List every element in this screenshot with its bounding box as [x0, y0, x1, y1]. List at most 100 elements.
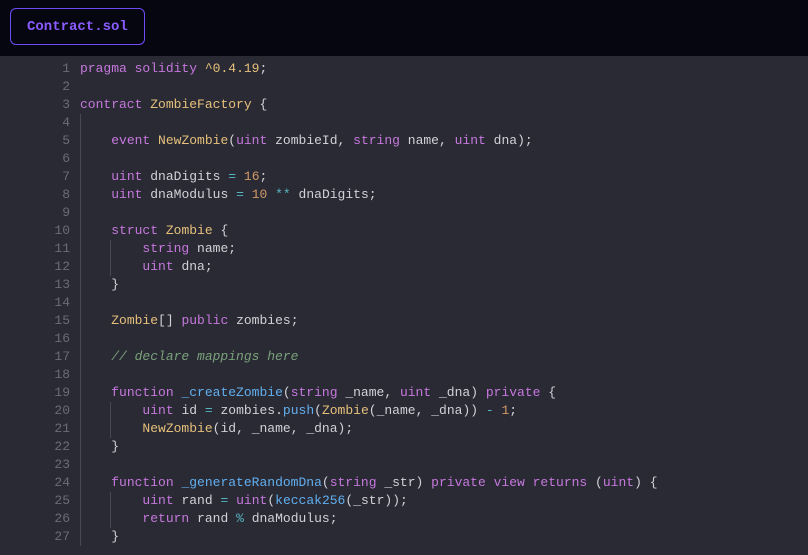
code-line[interactable]: contract ZombieFactory {	[80, 96, 808, 114]
line-number: 24	[0, 474, 70, 492]
line-number: 12	[0, 258, 70, 276]
indent-guide	[80, 348, 81, 366]
line-number: 6	[0, 150, 70, 168]
code-line-content: NewZombie(id, _name, _dna);	[80, 421, 353, 436]
indent-guide	[110, 492, 111, 510]
line-number: 26	[0, 510, 70, 528]
indent-guide	[80, 150, 81, 168]
code-line-content: Zombie[] public zombies;	[80, 313, 299, 328]
indent-guide	[80, 384, 81, 402]
code-line-content: function _createZombie(string _name, uin…	[80, 385, 556, 400]
indent-guide	[80, 240, 81, 258]
indent-guide	[110, 240, 111, 258]
line-number: 19	[0, 384, 70, 402]
line-number: 13	[0, 276, 70, 294]
indent-guide	[80, 456, 81, 474]
line-number: 7	[0, 168, 70, 186]
code-line-content: return rand % dnaModulus;	[80, 511, 338, 526]
code-line[interactable]: }	[80, 438, 808, 456]
code-line[interactable]: function _createZombie(string _name, uin…	[80, 384, 808, 402]
line-number: 17	[0, 348, 70, 366]
code-line[interactable]	[80, 366, 808, 384]
line-number: 27	[0, 528, 70, 546]
indent-guide	[80, 204, 81, 222]
code-line[interactable]	[80, 456, 808, 474]
code-line-content: }	[80, 277, 119, 292]
tab-bar: Contract.sol	[0, 0, 808, 56]
code-line-content: function _generateRandomDna(string _str)…	[80, 475, 658, 490]
code-line[interactable]: uint rand = uint(keccak256(_str));	[80, 492, 808, 510]
code-line[interactable]: struct Zombie {	[80, 222, 808, 240]
code-line-content: uint rand = uint(keccak256(_str));	[80, 493, 408, 508]
code-line[interactable]: pragma solidity ^0.4.19;	[80, 60, 808, 78]
line-number: 22	[0, 438, 70, 456]
indent-guide	[80, 132, 81, 150]
line-number: 9	[0, 204, 70, 222]
indent-guide	[80, 402, 81, 420]
code-line-content: // declare mappings here	[80, 349, 298, 364]
code-line[interactable]: Zombie[] public zombies;	[80, 312, 808, 330]
indent-guide	[80, 474, 81, 492]
code-line-content: event NewZombie(uint zombieId, string na…	[80, 133, 533, 148]
code-editor[interactable]: 1234567891011121314151617181920212223242…	[0, 56, 808, 555]
code-line[interactable]	[80, 114, 808, 132]
code-line[interactable]: uint dnaDigits = 16;	[80, 168, 808, 186]
tab-label: Contract.sol	[27, 19, 128, 35]
indent-guide	[80, 492, 81, 510]
code-line[interactable]: NewZombie(id, _name, _dna);	[80, 420, 808, 438]
code-line[interactable]: uint dna;	[80, 258, 808, 276]
code-line-content: }	[80, 439, 119, 454]
line-number: 2	[0, 78, 70, 96]
indent-guide	[80, 114, 81, 132]
line-number-gutter: 1234567891011121314151617181920212223242…	[0, 56, 80, 555]
line-number: 1	[0, 60, 70, 78]
line-number: 20	[0, 402, 70, 420]
indent-guide	[80, 222, 81, 240]
indent-guide	[80, 420, 81, 438]
code-line[interactable]: uint id = zombies.push(Zombie(_name, _dn…	[80, 402, 808, 420]
indent-guide	[110, 420, 111, 438]
line-number: 3	[0, 96, 70, 114]
indent-guide	[80, 186, 81, 204]
code-line[interactable]	[80, 204, 808, 222]
code-line-content: uint dnaDigits = 16;	[80, 169, 267, 184]
code-line-content: struct Zombie {	[80, 223, 228, 238]
line-number: 11	[0, 240, 70, 258]
code-line[interactable]: string name;	[80, 240, 808, 258]
line-number: 4	[0, 114, 70, 132]
code-line[interactable]	[80, 294, 808, 312]
line-number: 10	[0, 222, 70, 240]
code-area[interactable]: pragma solidity ^0.4.19; contract ZombieF…	[80, 56, 808, 555]
code-line-content: string name;	[80, 241, 236, 256]
code-line[interactable]: }	[80, 528, 808, 546]
line-number: 5	[0, 132, 70, 150]
indent-guide	[80, 528, 81, 546]
code-line[interactable]: return rand % dnaModulus;	[80, 510, 808, 528]
code-line[interactable]: event NewZombie(uint zombieId, string na…	[80, 132, 808, 150]
line-number: 18	[0, 366, 70, 384]
tab-contract-sol[interactable]: Contract.sol	[10, 8, 145, 45]
line-number: 15	[0, 312, 70, 330]
indent-guide	[80, 258, 81, 276]
code-line[interactable]	[80, 150, 808, 168]
code-line[interactable]: }	[80, 276, 808, 294]
indent-guide	[110, 258, 111, 276]
indent-guide	[110, 402, 111, 420]
line-number: 25	[0, 492, 70, 510]
indent-guide	[80, 276, 81, 294]
code-line[interactable]	[80, 78, 808, 96]
code-line[interactable]	[80, 330, 808, 348]
code-line-content: uint dna;	[80, 259, 213, 274]
code-line-content: contract ZombieFactory {	[80, 97, 267, 112]
code-line[interactable]: // declare mappings here	[80, 348, 808, 366]
indent-guide	[80, 438, 81, 456]
indent-guide	[80, 294, 81, 312]
line-number: 23	[0, 456, 70, 474]
line-number: 16	[0, 330, 70, 348]
line-number: 14	[0, 294, 70, 312]
indent-guide	[110, 510, 111, 528]
indent-guide	[80, 510, 81, 528]
code-line[interactable]: function _generateRandomDna(string _str)…	[80, 474, 808, 492]
indent-guide	[80, 330, 81, 348]
code-line[interactable]: uint dnaModulus = 10 ** dnaDigits;	[80, 186, 808, 204]
